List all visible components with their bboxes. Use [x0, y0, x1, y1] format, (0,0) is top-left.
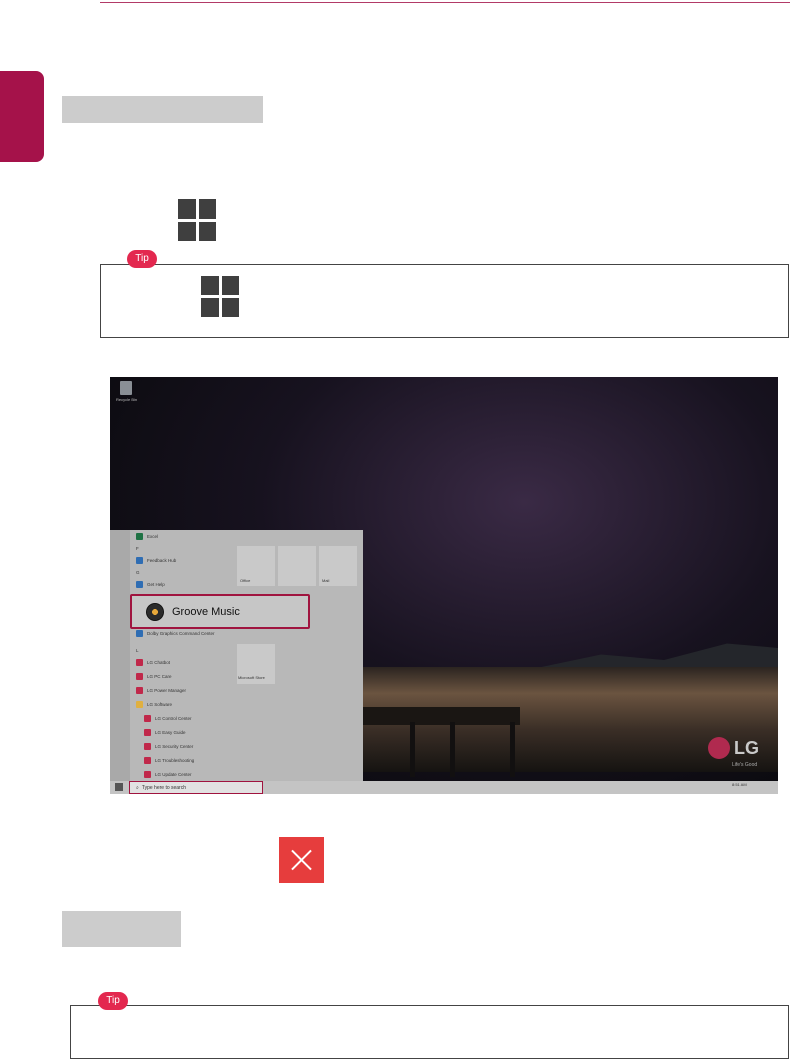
start-letter: F	[136, 545, 139, 551]
search-icon: ⌕	[136, 784, 139, 791]
tile-office-label: Office	[240, 578, 251, 583]
start-item[interactable]: LG Control Center	[144, 713, 192, 723]
lg-logo-icon	[708, 737, 730, 759]
search-placeholder: Type here to search	[141, 784, 187, 791]
tip-badge: Tip	[127, 250, 157, 268]
groove-music-label: Groove Music	[172, 605, 240, 618]
lg-logo: LG	[708, 737, 759, 759]
top-rule	[100, 2, 790, 3]
start-item[interactable]: LG Power Manager	[136, 685, 186, 695]
pier	[360, 707, 520, 725]
lg-tagline: Life's Good	[732, 762, 758, 768]
desktop-screenshot: Recycle Bin LG Life's Good Excel F Feedb…	[110, 377, 778, 794]
start-menu: Excel F Feedback Hub G Get Help Dolby Gr…	[110, 530, 363, 781]
start-letter: L	[136, 647, 139, 653]
start-item[interactable]: LG Chatbot	[136, 657, 170, 667]
start-item[interactable]: LG Troubleshooting	[144, 755, 194, 765]
start-letter: G	[136, 569, 140, 575]
tip-badge: Tip	[98, 992, 128, 1010]
start-menu-rail	[110, 530, 130, 781]
tile-group[interactable]	[278, 546, 316, 586]
start-item[interactable]: LG Software	[136, 699, 172, 709]
start-item[interactable]: LG Update Center	[144, 769, 192, 779]
tray-time: 8:51 AM	[732, 782, 747, 787]
start-item[interactable]: LG PC Care	[136, 671, 172, 681]
tile-mail-label: Mail	[322, 578, 330, 583]
tile-store-label: Microsoft Store	[238, 675, 265, 680]
start-item[interactable]: LG Easy Guide	[144, 727, 186, 737]
start-item[interactable]: Excel	[136, 531, 158, 541]
section-heading-redacted	[62, 96, 263, 123]
groove-music-icon	[146, 602, 164, 621]
taskbar-search-box[interactable]: ⌕ Type here to search	[129, 781, 263, 794]
start-item[interactable]: LG Security Center	[144, 741, 193, 751]
start-item[interactable]: Get Help	[136, 579, 165, 589]
pier-leg	[450, 722, 455, 777]
start-item[interactable]: Feedback Hub	[136, 555, 176, 565]
start-item[interactable]: Dolby Graphics Command Center	[136, 628, 215, 638]
tip-box-2	[70, 1005, 789, 1059]
windows-icon	[178, 199, 216, 241]
close-button-icon	[279, 837, 324, 883]
groove-music-highlight[interactable]: Groove Music	[130, 594, 310, 629]
section-heading-redacted	[62, 911, 181, 947]
pier-leg	[510, 722, 515, 777]
pier-leg	[410, 722, 415, 777]
lg-logo-text: LG	[734, 737, 759, 758]
start-button-icon[interactable]	[115, 783, 123, 791]
windows-icon	[201, 276, 239, 317]
recycle-bin-icon	[120, 381, 132, 395]
recycle-bin-label: Recycle Bin	[116, 397, 138, 402]
section-side-tab	[0, 71, 44, 162]
